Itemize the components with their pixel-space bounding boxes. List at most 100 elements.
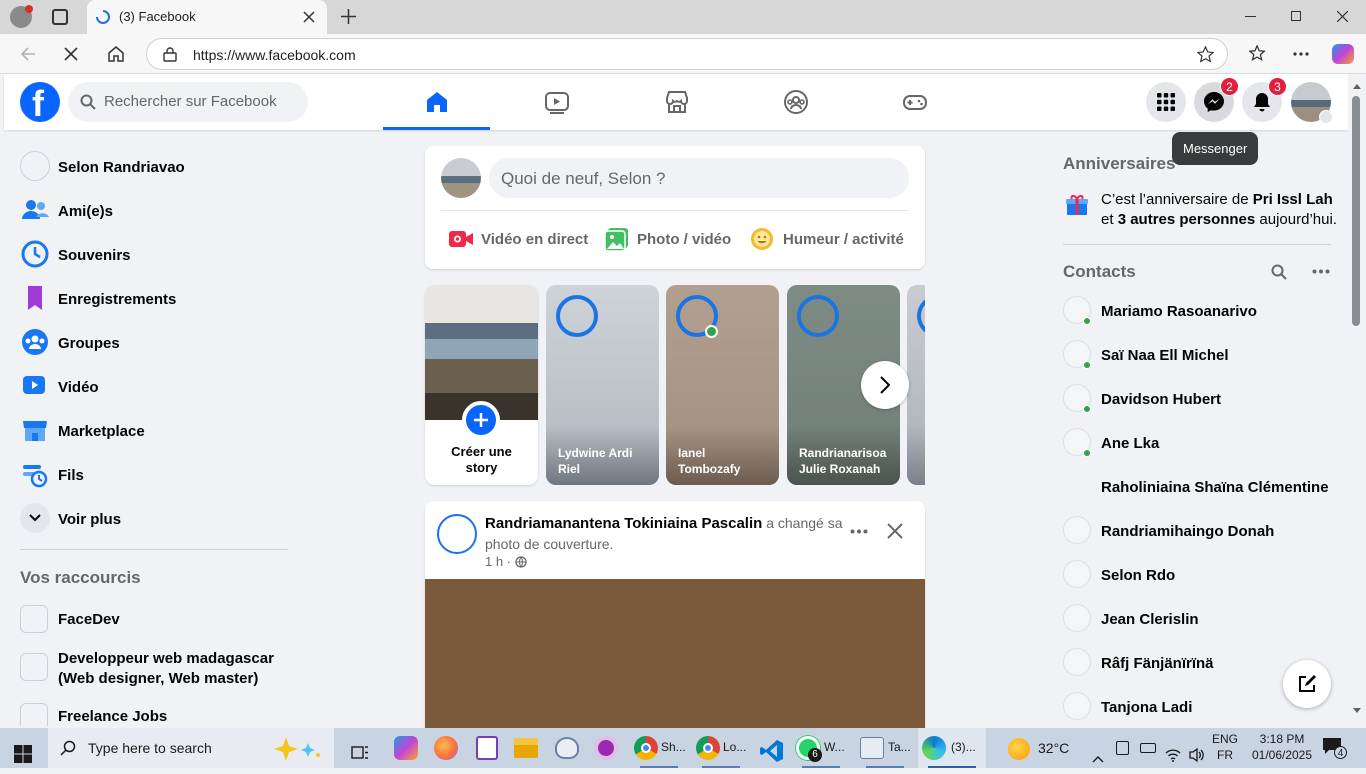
restore-icon[interactable]	[1291, 11, 1301, 21]
sidebar-item-groups[interactable]: Groupes	[20, 322, 300, 366]
file-explorer-icon[interactable]	[514, 738, 538, 758]
shortcut-item[interactable]: Developpeur web madagascar (Web designer…	[20, 642, 300, 690]
minimize-icon[interactable]	[1245, 16, 1256, 18]
network-device-icon[interactable]	[1116, 741, 1129, 755]
more-menu-icon[interactable]	[1293, 52, 1309, 56]
contact-item[interactable]: Raholiniaina Shaïna Clémentine	[1063, 466, 1343, 510]
contact-item[interactable]: Selon Rdo	[1063, 554, 1343, 598]
favorite-star-icon[interactable]	[1197, 46, 1214, 63]
post-author[interactable]: Randriamanantena Tokiniaina Pascalin	[485, 515, 762, 532]
story-card[interactable]: Ianel Tombozafy	[666, 285, 779, 485]
chevron-up-icon[interactable]	[1092, 744, 1104, 774]
account-avatar[interactable]	[1291, 82, 1333, 124]
notifications-button[interactable]: 3	[1242, 77, 1287, 122]
taskbar-search[interactable]: Type here to search	[48, 728, 334, 768]
new-tab-icon[interactable]	[341, 9, 356, 24]
task-view-icon[interactable]	[350, 738, 370, 768]
search-input[interactable]: Rechercher sur Facebook	[68, 82, 308, 122]
contact-item[interactable]: Randriamihaingo Donah	[1063, 510, 1343, 554]
contact-item[interactable]: Saï Naa Ell Michel	[1063, 334, 1343, 378]
birthday-others[interactable]: 3 autres personnes	[1118, 211, 1256, 228]
sidebar-item-see-more[interactable]: Voir plus	[20, 498, 300, 542]
taskbar-app-task-manager[interactable]: Ta...	[856, 728, 914, 768]
clock[interactable]: 3:18 PM 01/06/2025	[1250, 731, 1314, 765]
new-message-button[interactable]	[1283, 660, 1331, 708]
vscode-icon[interactable]	[760, 736, 784, 766]
profile-icon[interactable]	[10, 5, 33, 28]
photo-video-button[interactable]: Photo / vidéo	[603, 226, 743, 254]
sidebar-item-saved[interactable]: Enregistrements	[20, 278, 300, 322]
contact-name: Davidson Hubert	[1101, 391, 1222, 408]
page-scrollbar[interactable]	[1348, 74, 1366, 728]
battery-icon[interactable]	[1140, 743, 1156, 753]
tab-gaming[interactable]	[861, 74, 968, 130]
tab-groups[interactable]	[742, 74, 849, 130]
shortcut-item[interactable]: FaceDev	[20, 598, 300, 642]
contacts-more-icon[interactable]	[1312, 269, 1330, 274]
contact-item[interactable]: Mariamo Rasoanarivo	[1063, 290, 1343, 334]
post-cover-photo[interactable]	[425, 579, 925, 728]
composer-avatar[interactable]	[441, 158, 481, 198]
obs-app-icon[interactable]	[594, 736, 618, 760]
contacts-search-icon[interactable]	[1271, 264, 1287, 280]
close-window-icon[interactable]	[1337, 11, 1348, 22]
tab-actions-icon[interactable]	[52, 9, 68, 25]
messenger-button[interactable]: 2	[1194, 77, 1239, 122]
lock-icon[interactable]	[163, 47, 177, 62]
volume-icon[interactable]	[1189, 740, 1205, 770]
firefox-icon[interactable]	[434, 736, 458, 760]
back-icon[interactable]	[20, 46, 36, 62]
calendar-app-icon[interactable]	[476, 736, 498, 760]
sidebar-item-friends[interactable]: Ami(e)s	[20, 190, 300, 234]
taskbar-app-chrome-2[interactable]: Lo...	[692, 728, 750, 768]
sidebar-item-video[interactable]: Vidéo	[20, 366, 300, 410]
story-card[interactable]: Lydwine Ardi Riel	[546, 285, 659, 485]
close-tab-icon[interactable]	[303, 11, 315, 23]
contact-item[interactable]: Ane Lka	[1063, 422, 1343, 466]
language-indicator[interactable]: ENG FR	[1210, 731, 1240, 765]
tab-home[interactable]	[383, 74, 490, 130]
browser-tab[interactable]: (3) Facebook	[87, 0, 327, 34]
home-icon[interactable]	[107, 45, 125, 63]
post-close-icon[interactable]	[887, 523, 903, 539]
tab-marketplace[interactable]	[623, 74, 730, 130]
live-video-button[interactable]: Vidéo en direct	[445, 226, 595, 254]
scroll-up-icon[interactable]	[1353, 84, 1361, 89]
story-card-partial[interactable]	[907, 285, 925, 485]
windows-start-icon[interactable]	[14, 739, 32, 769]
contact-item[interactable]: Davidson Hubert	[1063, 378, 1343, 422]
sidebar-item-feeds[interactable]: Fils	[20, 454, 300, 498]
notification-center-button[interactable]: 4	[1322, 737, 1348, 759]
scrollbar-thumb[interactable]	[1352, 96, 1360, 326]
shortcut-item[interactable]: Freelance Jobs	[20, 696, 300, 726]
wifi-icon[interactable]	[1165, 740, 1181, 770]
taskbar-app-chrome-1[interactable]: Sh...	[630, 728, 688, 768]
stories-next-button[interactable]	[861, 361, 909, 409]
composer-input[interactable]: Quoi de neuf, Selon ?	[489, 158, 909, 198]
sidebar-item-marketplace[interactable]: Marketplace	[20, 410, 300, 454]
taskbar-app-edge[interactable]: (3)...	[918, 728, 986, 768]
birthday-name[interactable]: Pri Issl Lah	[1253, 191, 1333, 208]
create-story-plus[interactable]	[462, 401, 500, 439]
tab-video[interactable]	[503, 74, 610, 130]
weather-widget[interactable]: 32°C	[1004, 728, 1076, 768]
taskbar-app-whatsapp[interactable]: 6 W...	[792, 728, 850, 768]
favorites-icon[interactable]	[1249, 45, 1267, 63]
contact-item[interactable]: Jean Clerislin	[1063, 598, 1343, 642]
address-bar[interactable]: https://www.facebook.com	[146, 38, 1228, 70]
post-time[interactable]: 1 h ·	[485, 554, 511, 569]
scroll-down-icon[interactable]	[1353, 708, 1361, 713]
create-story-card[interactable]: Créer une story	[425, 285, 538, 485]
post-author-avatar[interactable]	[437, 514, 477, 554]
facebook-logo-icon[interactable]: f	[20, 82, 60, 124]
shortcuts-title: Vos raccourcis	[20, 568, 141, 587]
stop-icon[interactable]	[64, 47, 78, 61]
paint-app-icon[interactable]	[555, 737, 579, 759]
sidebar-item-profile[interactable]: Selon Randriavao	[20, 146, 300, 190]
feeling-button[interactable]: Humeur / activité	[749, 226, 919, 254]
copilot-icon[interactable]	[1332, 44, 1354, 64]
menu-button[interactable]	[1146, 82, 1186, 122]
post-more-icon[interactable]	[850, 529, 868, 534]
copilot-app-icon[interactable]	[394, 736, 418, 760]
sidebar-item-memories[interactable]: Souvenirs	[20, 234, 300, 278]
